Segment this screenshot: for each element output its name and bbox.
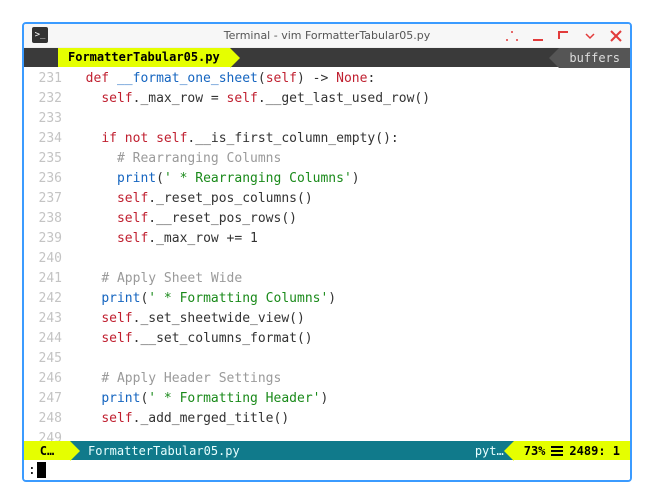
code-content: print(' * Formatting Columns') (70, 289, 630, 309)
line-number: 239 (24, 229, 70, 249)
code-line[interactable]: 244 self.__set_columns_format() (24, 329, 630, 349)
code-content: print(' * Rearranging Columns') (70, 169, 630, 189)
code-line[interactable]: 246 # Apply Header Settings (24, 369, 630, 389)
line-number: 231 (24, 69, 70, 89)
close-button[interactable] (608, 28, 624, 44)
code-content (70, 349, 630, 369)
code-line[interactable]: 247 print(' * Formatting Header') (24, 389, 630, 409)
buffers-label: buffers (569, 51, 620, 65)
line-number: 246 (24, 369, 70, 389)
code-content: # Apply Sheet Wide (70, 269, 630, 289)
status-percent: 73% (524, 444, 546, 458)
code-line[interactable]: 236 print(' * Rearranging Columns') (24, 169, 630, 189)
code-content: self.__reset_pos_rows() (70, 209, 630, 229)
line-number: 232 (24, 89, 70, 109)
code-content: self.__set_columns_format() (70, 329, 630, 349)
buffers-indicator[interactable]: buffers (559, 48, 630, 68)
code-content: self._add_merged_title() (70, 409, 630, 429)
lines-icon (551, 444, 563, 458)
line-number: 241 (24, 269, 70, 289)
code-line[interactable]: 237 self._reset_pos_columns() (24, 189, 630, 209)
code-line[interactable]: 239 self._max_row += 1 (24, 229, 630, 249)
line-number: 235 (24, 149, 70, 169)
code-line[interactable]: 238 self.__reset_pos_rows() (24, 209, 630, 229)
dropdown-button[interactable] (582, 28, 598, 44)
tabbar-padding (24, 48, 58, 68)
code-content: self._max_row += 1 (70, 229, 630, 249)
always-on-top-icon[interactable] (504, 28, 520, 44)
minimize-button[interactable] (530, 28, 546, 44)
status-mode: C… (24, 441, 70, 461)
command-line[interactable]: : (24, 460, 630, 480)
line-number: 238 (24, 209, 70, 229)
line-number: 233 (24, 109, 70, 129)
code-line[interactable]: 243 self._set_sheetwide_view() (24, 309, 630, 329)
line-number: 247 (24, 389, 70, 409)
line-number: 234 (24, 129, 70, 149)
tab-active[interactable]: FormatterTabular05.py (58, 48, 230, 68)
code-content: self._max_row = self.__get_last_used_row… (70, 89, 630, 109)
statusbar: C… FormatterTabular05.py pyt… 73% 2489: … (24, 441, 630, 461)
line-number: 243 (24, 309, 70, 329)
line-number: 240 (24, 249, 70, 269)
tab-label: FormatterTabular05.py (68, 50, 220, 64)
line-number: 249 (24, 429, 70, 441)
tabbar: FormatterTabular05.py buffers (24, 48, 630, 68)
code-content: self._reset_pos_columns() (70, 189, 630, 209)
window-controls (504, 24, 624, 48)
code-line[interactable]: 249 (24, 429, 630, 441)
status-line-col: 2489: 1 (569, 444, 620, 458)
line-number: 236 (24, 169, 70, 189)
code-content: self._set_sheetwide_view() (70, 309, 630, 329)
line-number: 248 (24, 409, 70, 429)
status-position: 73% 2489: 1 (514, 441, 630, 461)
code-content: print(' * Formatting Header') (70, 389, 630, 409)
cmd-prompt: : (28, 463, 36, 478)
code-line[interactable]: 232 self._max_row = self.__get_last_used… (24, 89, 630, 109)
code-content (70, 429, 630, 441)
line-number: 245 (24, 349, 70, 369)
code-content: def __format_one_sheet(self) -> None: (70, 69, 630, 89)
line-number: 237 (24, 189, 70, 209)
line-number: 242 (24, 289, 70, 309)
status-file: FormatterTabular05.py (70, 441, 465, 461)
cursor (37, 462, 46, 478)
code-line[interactable]: 241 # Apply Sheet Wide (24, 269, 630, 289)
code-line[interactable]: 242 print(' * Formatting Columns') (24, 289, 630, 309)
code-content: # Apply Header Settings (70, 369, 630, 389)
code-line[interactable]: 234 if not self.__is_first_column_empty(… (24, 129, 630, 149)
code-line[interactable]: 235 # Rearranging Columns (24, 149, 630, 169)
code-content: if not self.__is_first_column_empty(): (70, 129, 630, 149)
code-line[interactable]: 240 (24, 249, 630, 269)
code-content (70, 249, 630, 269)
terminal-window: >_ Terminal - vim FormatterTabular05.py (22, 22, 632, 482)
titlebar: >_ Terminal - vim FormatterTabular05.py (24, 24, 630, 48)
code-line[interactable]: 231 def __format_one_sheet(self) -> None… (24, 69, 630, 89)
code-line[interactable]: 248 self._add_merged_title() (24, 409, 630, 429)
code-content (70, 109, 630, 129)
terminal-icon: >_ (32, 27, 48, 43)
maximize-button[interactable] (556, 28, 572, 44)
editor-viewport[interactable]: 231 def __format_one_sheet(self) -> None… (24, 67, 630, 441)
code-line[interactable]: 245 (24, 349, 630, 369)
code-line[interactable]: 233 (24, 109, 630, 129)
code-content: # Rearranging Columns (70, 149, 630, 169)
line-number: 244 (24, 329, 70, 349)
